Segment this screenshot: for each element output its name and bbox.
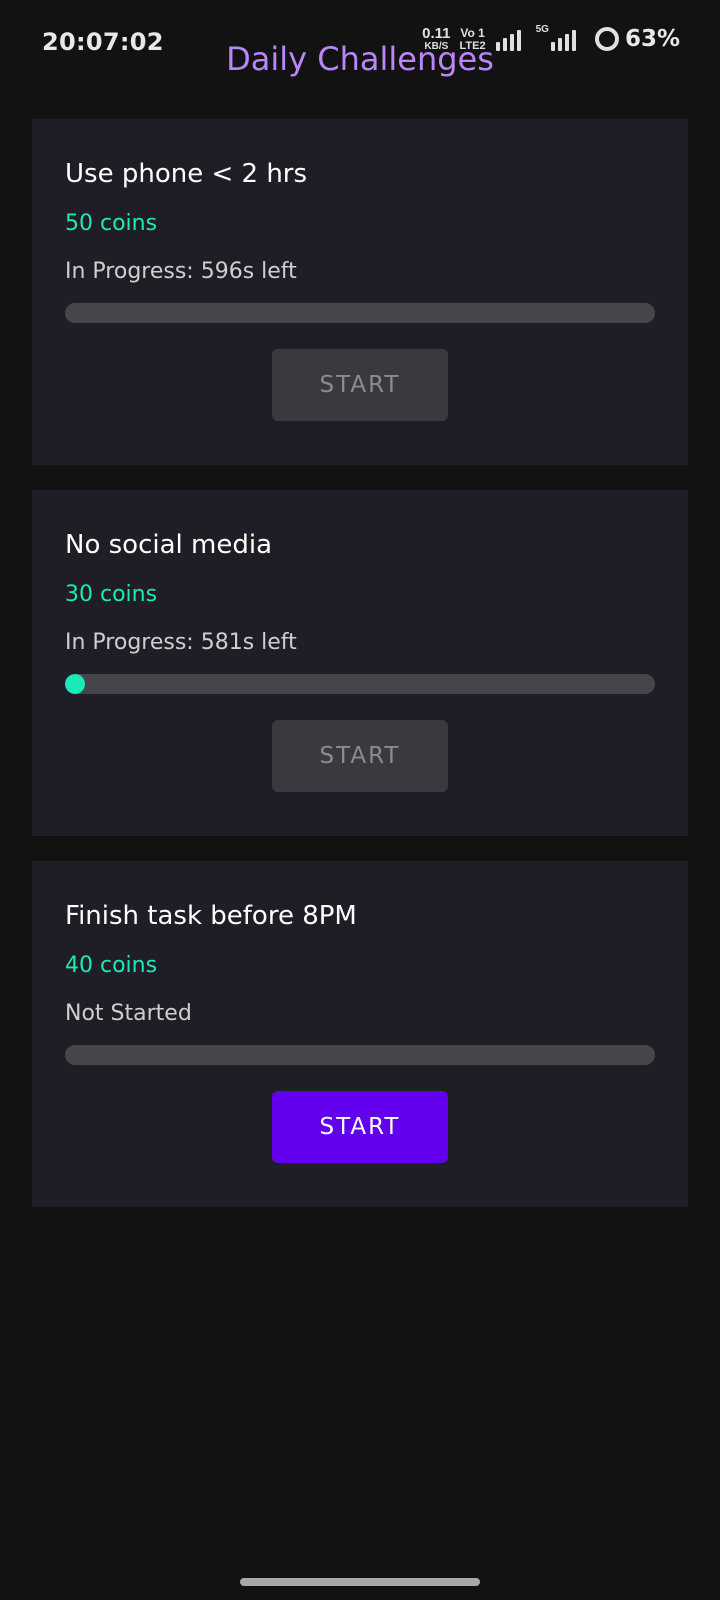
- challenge-reward: 30 coins: [65, 582, 158, 607]
- challenge-progress-bar: [65, 303, 655, 323]
- challenge-title: No social media: [65, 530, 272, 560]
- start-button[interactable]: START: [272, 720, 448, 792]
- challenge-progress-bar: [65, 674, 655, 694]
- network-speed-value: 0.11: [422, 25, 451, 42]
- challenge-card: Finish task before 8PM 40 coins Not Star…: [32, 861, 688, 1207]
- volte-label: Vo 1: [460, 25, 485, 40]
- challenge-status: In Progress: 581s left: [65, 630, 297, 655]
- challenge-title: Finish task before 8PM: [65, 901, 357, 931]
- challenge-progress-bar: [65, 1045, 655, 1065]
- start-button[interactable]: START: [272, 1091, 448, 1163]
- challenge-card: No social media 30 coins In Progress: 58…: [32, 490, 688, 836]
- challenge-title: Use phone < 2 hrs: [65, 159, 308, 189]
- challenge-card: Use phone < 2 hrs 50 coins In Progress: …: [32, 119, 688, 465]
- page-title: Daily Challenges: [226, 40, 494, 78]
- challenge-status: In Progress: 596s left: [65, 259, 297, 284]
- network-type: 5G: [535, 24, 549, 35]
- screen: 20:07:02 0.11 KB/S Vo 1 LTE2 5G 63% Dail…: [0, 0, 720, 1600]
- home-indicator[interactable]: [240, 1578, 480, 1586]
- challenge-status: Not Started: [65, 1001, 192, 1026]
- progress-fill: [65, 674, 85, 694]
- challenge-reward: 50 coins: [65, 211, 158, 236]
- start-button[interactable]: START: [272, 349, 448, 421]
- challenge-reward: 40 coins: [65, 953, 158, 978]
